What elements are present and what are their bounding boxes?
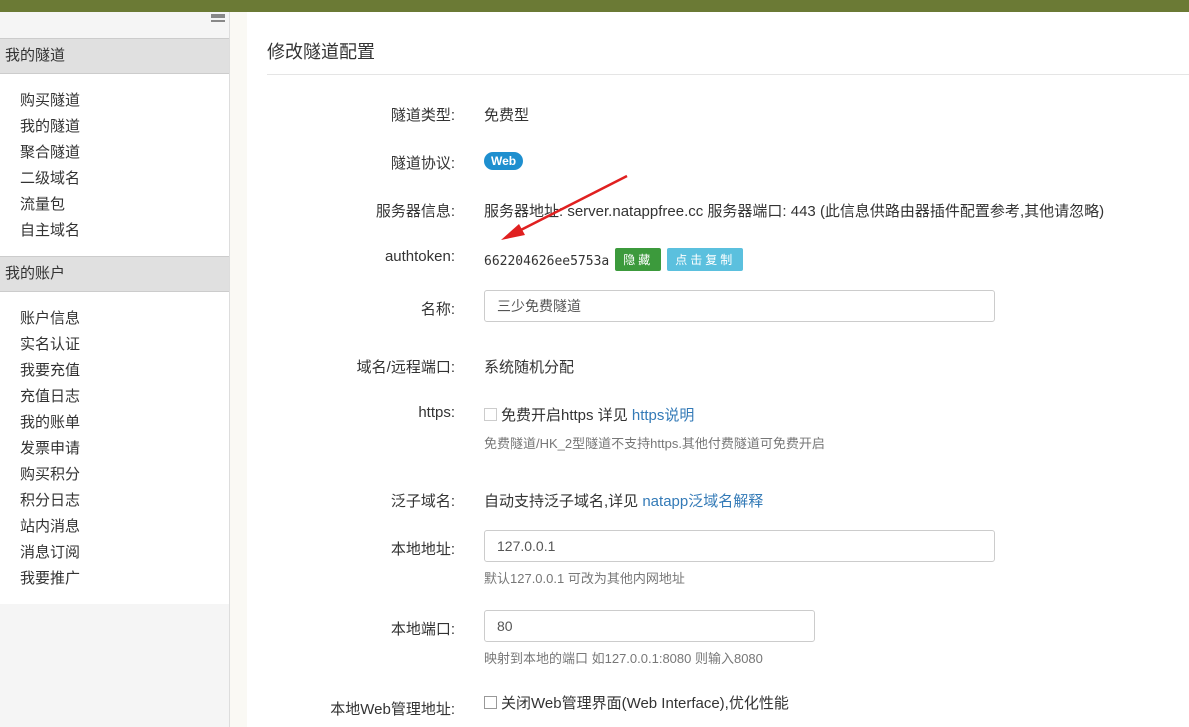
red-arrow-annotation bbox=[497, 172, 637, 244]
authtoken-value: 662204626ee5753a bbox=[484, 254, 609, 269]
type-label: 隧道类型: bbox=[391, 104, 455, 125]
local-port-input[interactable] bbox=[484, 610, 815, 642]
protocol-badge: Web bbox=[484, 152, 523, 170]
local-address-label: 本地地址: bbox=[391, 538, 455, 559]
sidebar-item[interactable]: 流量包 bbox=[0, 192, 229, 218]
sidebar-item[interactable]: 站内消息 bbox=[0, 514, 229, 540]
sidebar-item[interactable]: 二级域名 bbox=[0, 166, 229, 192]
type-value: 免费型 bbox=[484, 104, 529, 125]
web-admin-label: 本地Web管理地址: bbox=[330, 698, 455, 719]
sidebar-item[interactable]: 我要推广 bbox=[0, 566, 229, 592]
local-address-help: 默认127.0.0.1 可改为其他内网地址 bbox=[484, 568, 685, 587]
token-label: authtoken: bbox=[385, 248, 455, 265]
sidebar-item[interactable]: 聚合隧道 bbox=[0, 140, 229, 166]
sidebar-item[interactable]: 消息订阅 bbox=[0, 540, 229, 566]
https-label: https: bbox=[418, 404, 455, 421]
sidebar-item[interactable]: 实名认证 bbox=[0, 332, 229, 358]
menu-toggle-icon[interactable] bbox=[211, 14, 225, 26]
sidebar-item[interactable]: 购买积分 bbox=[0, 462, 229, 488]
local-port-help: 映射到本地的端口 如127.0.0.1:8080 则输入8080 bbox=[484, 648, 763, 667]
main-content: 修改隧道配置 隧道类型:免费型 隧道协议:Web 服务器信息:服务器地址: se… bbox=[247, 12, 1189, 727]
web-interface-checkbox[interactable] bbox=[484, 696, 497, 709]
wildcard-link[interactable]: natapp泛域名解释 bbox=[642, 493, 763, 510]
https-link[interactable]: https说明 bbox=[632, 407, 695, 424]
hide-button[interactable]: 隐藏 bbox=[615, 248, 661, 271]
top-bar bbox=[0, 0, 1189, 12]
wildcard-label: 泛子域名: bbox=[391, 490, 455, 511]
sidebar-item[interactable]: 我的隧道 bbox=[0, 114, 229, 140]
page-title: 修改隧道配置 bbox=[267, 38, 1189, 75]
name-label: 名称: bbox=[421, 298, 455, 319]
name-input[interactable] bbox=[484, 290, 995, 322]
domain-value: 系统随机分配 bbox=[484, 356, 574, 377]
local-address-input[interactable] bbox=[484, 530, 995, 562]
https-help: 免费隧道/HK_2型隧道不支持https.其他付费隧道可免费开启 bbox=[484, 433, 825, 452]
sidebar-group-tunnels: 我的隧道 bbox=[0, 38, 229, 74]
proto-label: 隧道协议: bbox=[391, 152, 455, 173]
divider bbox=[230, 12, 247, 727]
copy-button[interactable]: 点击复制 bbox=[667, 248, 743, 271]
server-label: 服务器信息: bbox=[376, 200, 455, 221]
sidebar-item[interactable]: 我要充值 bbox=[0, 358, 229, 384]
sidebar-item[interactable]: 账户信息 bbox=[0, 306, 229, 332]
sidebar-item[interactable]: 积分日志 bbox=[0, 488, 229, 514]
sidebar: 我的隧道 购买隧道我的隧道聚合隧道二级域名流量包自主域名 我的账户 账户信息实名… bbox=[0, 12, 230, 727]
sidebar-item[interactable]: 我的账单 bbox=[0, 410, 229, 436]
sidebar-item[interactable]: 购买隧道 bbox=[0, 88, 229, 114]
local-port-label: 本地端口: bbox=[391, 618, 455, 639]
domain-label: 域名/远程端口: bbox=[357, 356, 455, 377]
sidebar-group-account: 我的账户 bbox=[0, 256, 229, 292]
sidebar-item[interactable]: 充值日志 bbox=[0, 384, 229, 410]
web-interface-text: 关闭Web管理界面(Web Interface),优化性能 bbox=[501, 695, 789, 712]
https-text: 免费开启https 详见 bbox=[501, 407, 632, 424]
sidebar-item[interactable]: 发票申请 bbox=[0, 436, 229, 462]
https-checkbox[interactable] bbox=[484, 408, 497, 421]
wildcard-text: 自动支持泛子域名,详见 bbox=[484, 493, 642, 510]
sidebar-item[interactable]: 自主域名 bbox=[0, 218, 229, 244]
